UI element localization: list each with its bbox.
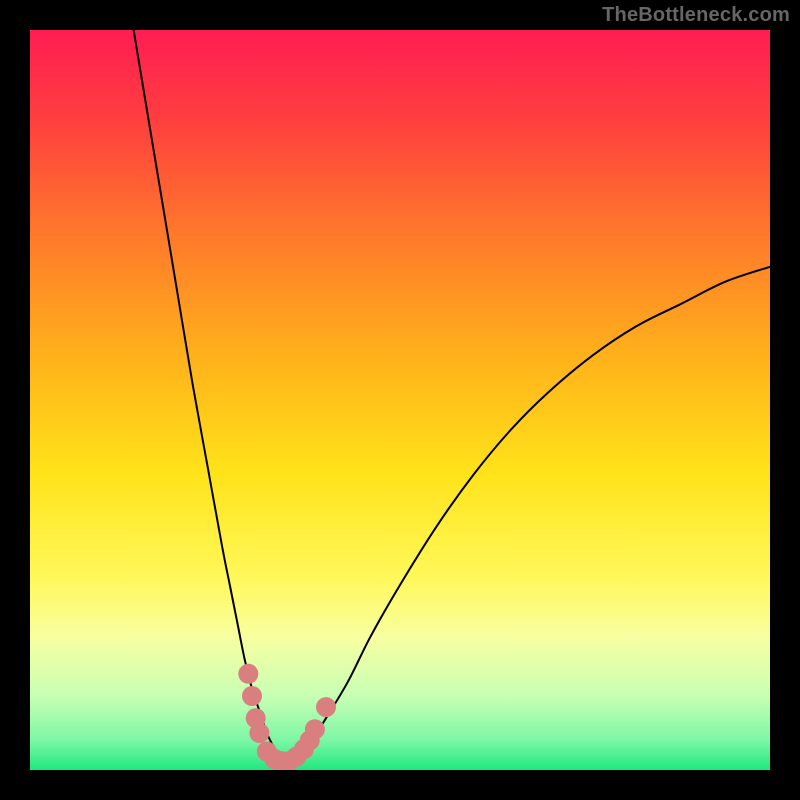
marker-dot [249, 723, 269, 743]
highlighted-range-markers [238, 664, 336, 770]
chart-frame: TheBottleneck.com [0, 0, 800, 800]
marker-layer [30, 30, 770, 770]
plot-area [30, 30, 770, 770]
marker-dot [242, 686, 262, 706]
watermark-text: TheBottleneck.com [602, 4, 790, 27]
marker-dot [238, 664, 258, 684]
marker-dot [316, 697, 336, 717]
marker-dot [305, 719, 325, 739]
